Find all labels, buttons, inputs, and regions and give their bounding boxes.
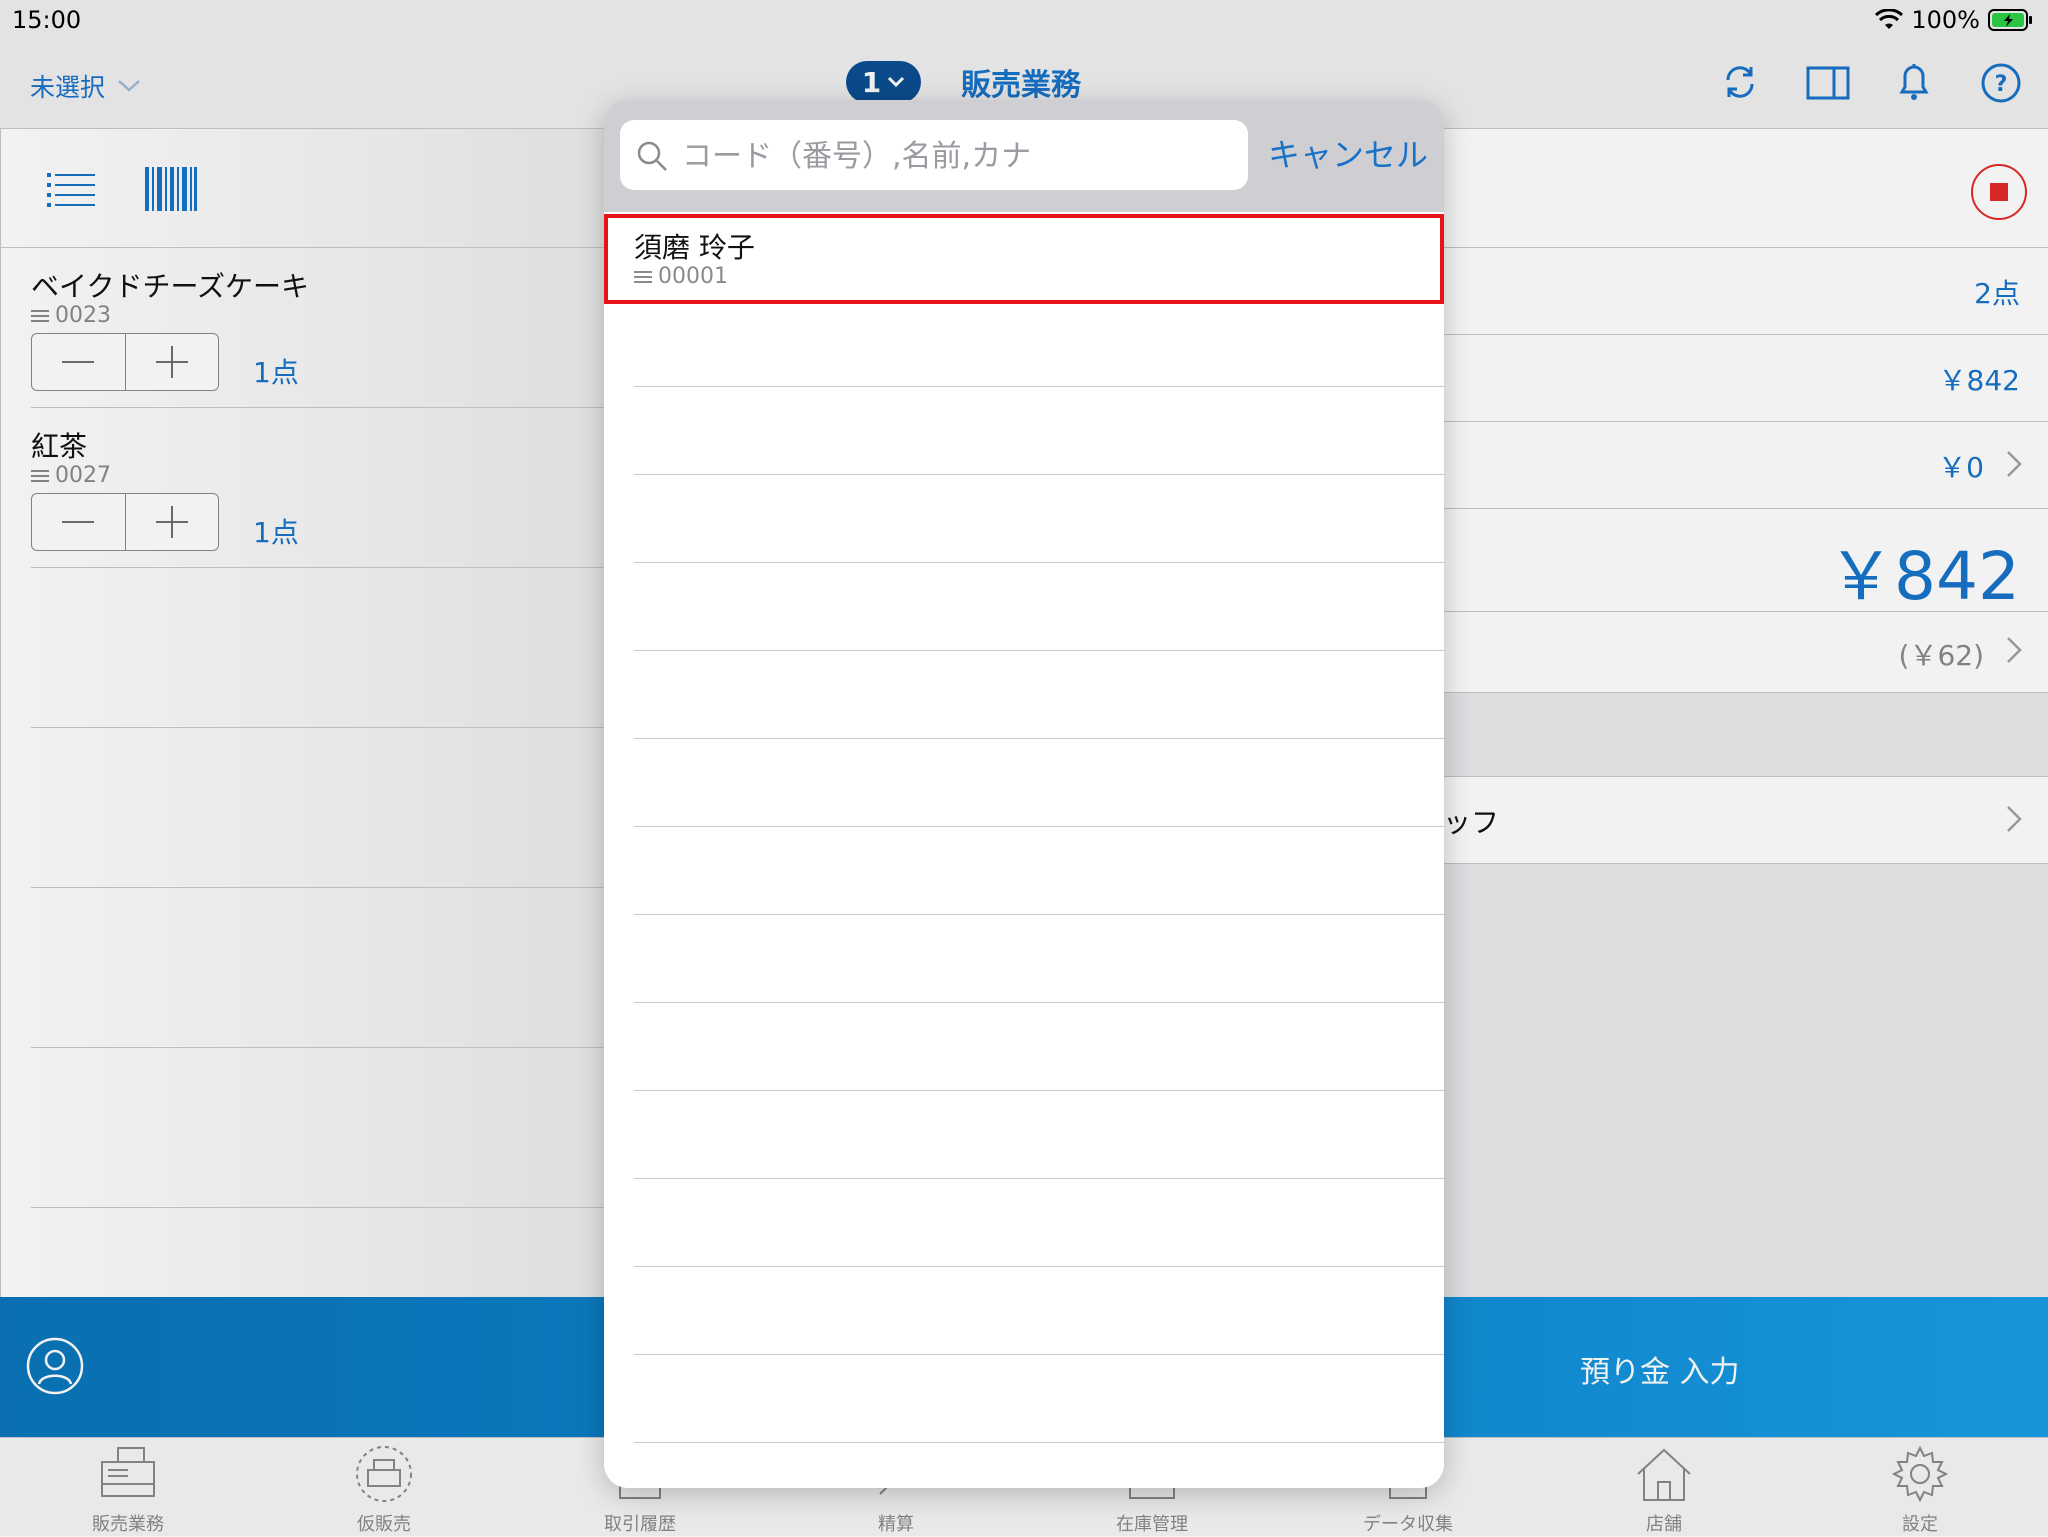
customer-code: 00001 [658,264,728,289]
search-icon [636,140,668,172]
search-result-row[interactable]: 須磨 玲子 00001 [604,214,1444,304]
divider [634,914,1444,915]
search-header: キャンセル [604,100,1444,212]
divider [634,1442,1444,1443]
cancel-button[interactable]: キャンセル [1268,130,1428,176]
code-icon [634,269,652,285]
customer-search-popover: キャンセル 須磨 玲子 00001 [604,100,1444,1488]
divider [634,1354,1444,1355]
search-input[interactable] [680,120,1244,192]
divider [634,562,1444,563]
divider [634,1002,1444,1003]
divider [634,386,1444,387]
divider [634,826,1444,827]
divider [634,1090,1444,1091]
divider [634,1266,1444,1267]
divider [634,474,1444,475]
divider [634,738,1444,739]
divider [634,650,1444,651]
customer-name: 須磨 玲子 [634,231,755,264]
search-field[interactable] [620,120,1248,192]
divider [634,1178,1444,1179]
